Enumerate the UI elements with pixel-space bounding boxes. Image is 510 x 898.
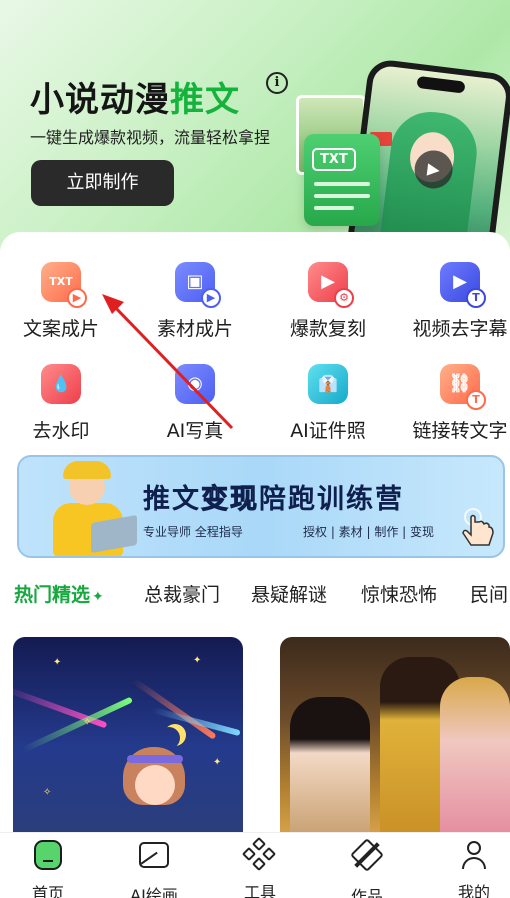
tab-horror[interactable]: 惊悚恐怖 — [361, 580, 437, 607]
tab-hot[interactable]: 热门精选 ✦ — [14, 580, 104, 607]
create-now-button[interactable]: 立即制作 — [31, 160, 174, 206]
nav-tools[interactable]: 工具 — [220, 836, 300, 898]
works-icon — [350, 838, 384, 872]
info-icon[interactable]: i — [266, 72, 288, 94]
moon-icon — [158, 727, 180, 749]
nav-works[interactable]: 作品 — [327, 838, 407, 898]
feature-text-to-video[interactable]: TXT ▶ 文案成片 — [0, 262, 125, 341]
hero-subtitle: 一键生成爆款视频，流量轻松拿捏 — [30, 128, 271, 147]
content-card[interactable] — [280, 637, 510, 837]
nav-ai-paint[interactable]: AI绘画 — [114, 839, 194, 898]
remove-watermark-icon: 💧 — [41, 364, 81, 404]
viral-copy-icon: ▶ ⚙ — [308, 262, 354, 308]
feature-remove-watermark[interactable]: 💧 去水印 — [0, 364, 125, 443]
text-to-video-icon: TXT ▶ — [41, 262, 87, 308]
nav-home[interactable]: 首页 — [8, 839, 88, 898]
home-icon — [34, 840, 62, 870]
banner-features: 授权 | 素材 | 制作 | 变现 — [303, 525, 435, 539]
hero-banner[interactable]: 小说动漫推文 i 一键生成爆款视频，流量轻松拿捏 立即制作 ▶ TXT — [0, 0, 510, 250]
banner-tagline: 专业导师 全程指导 — [143, 525, 243, 539]
feature-material-to-video[interactable]: ▣ ▶ 素材成片 — [131, 262, 259, 341]
nav-profile[interactable]: 我的 — [434, 839, 510, 898]
material-to-video-icon: ▣ ▶ — [175, 262, 221, 308]
feature-ai-portrait[interactable]: ◉ AI写真 — [131, 364, 259, 443]
content-card[interactable]: ✦ ✦ ✧ ✦ ✧ — [13, 637, 243, 837]
character-illustration — [39, 461, 139, 556]
feature-link-to-text[interactable]: ⛓ T 链接转文字 — [396, 364, 510, 443]
child-illustration — [123, 747, 193, 837]
profile-icon — [458, 839, 490, 871]
training-camp-banner[interactable]: 推文变现陪跑训练营 专业导师 全程指导 授权 | 素材 | 制作 | 变现 — [17, 455, 505, 558]
bottom-navigation: 首页 AI绘画 工具 作品 我的 — [0, 832, 510, 898]
tools-icon — [241, 836, 277, 872]
id-photo-icon: 👔 — [308, 364, 348, 404]
feature-id-photo[interactable]: 👔 AI证件照 — [264, 364, 392, 443]
tab-folk[interactable]: 民间 — [470, 580, 508, 607]
banner-title: 推文变现陪跑训练营 — [143, 484, 404, 516]
ai-paint-icon — [139, 842, 169, 868]
sparkle-icon: ✦ — [92, 589, 104, 605]
feature-remove-subtitle[interactable]: ▶ T 视频去字幕 — [396, 262, 510, 341]
remove-subtitle-icon: ▶ T — [440, 262, 486, 308]
tap-hand-icon — [462, 508, 494, 546]
link-to-text-icon: ⛓ T — [440, 364, 486, 410]
tab-mystery[interactable]: 悬疑解谜 — [251, 580, 327, 607]
txt-file-icon: TXT — [304, 134, 380, 226]
ai-portrait-icon: ◉ — [175, 364, 215, 404]
hero-title: 小说动漫推文 — [30, 80, 240, 120]
feature-viral-copy[interactable]: ▶ ⚙ 爆款复刻 — [264, 262, 392, 341]
tab-ceo[interactable]: 总裁豪门 — [144, 580, 220, 607]
